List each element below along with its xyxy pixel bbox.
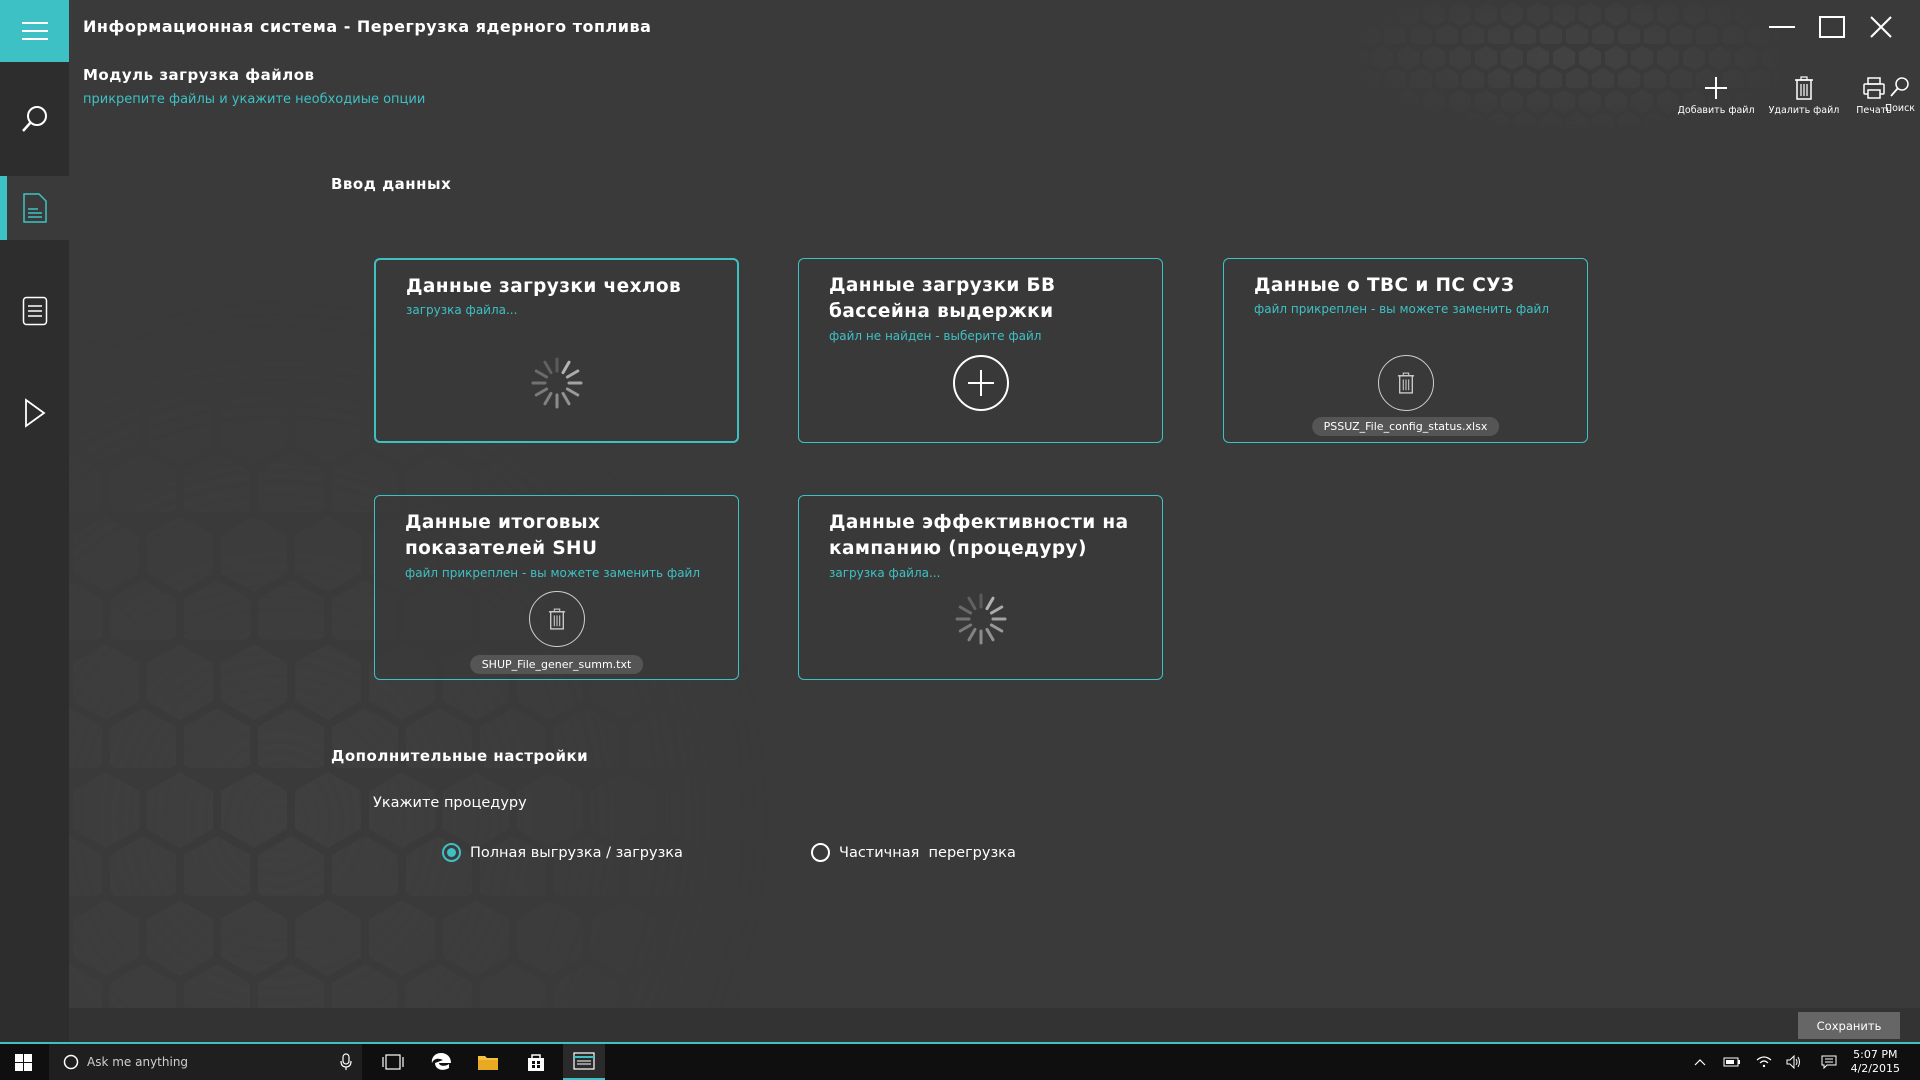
procedure-label: Укажите процедуру — [373, 795, 527, 811]
edge-browser-button[interactable] — [420, 1044, 462, 1080]
add-file-label: Добавить файл — [1677, 105, 1755, 116]
bottom-action-bar: Сохранить — [69, 1008, 1920, 1042]
windows-taskbar: Ask me anything 5:07 PM 4/2/2015 — [0, 1042, 1920, 1080]
upload-card-covers[interactable]: Данные загрузки чехлов загрузка файла... — [374, 258, 739, 443]
radio-selected-icon[interactable] — [442, 843, 461, 862]
module-subtitle: прикрепите файлы и укажите необходиые оп… — [83, 92, 426, 107]
task-view-button[interactable] — [375, 1044, 411, 1080]
loading-spinner-icon — [953, 591, 1009, 651]
upload-card-shu[interactable]: Данные итоговых показателей SHU файл при… — [374, 495, 739, 680]
chevron-up-icon — [1694, 1059, 1706, 1066]
search-button[interactable]: Поиск — [1878, 76, 1920, 114]
additional-settings-heading: Дополнительные настройки — [331, 747, 589, 765]
delete-file-button[interactable]: Удалить файл — [1764, 76, 1844, 116]
data-input-heading: Ввод данных — [331, 175, 452, 193]
radio-label: Полная выгрузка / загрузка — [470, 844, 683, 861]
card-title: Данные загрузки БВ бассейна выдержки — [829, 275, 1056, 322]
plus-icon — [967, 370, 994, 396]
maximize-icon — [1819, 16, 1845, 38]
sidebar-item-list[interactable] — [0, 279, 69, 343]
minimize-button[interactable] — [1762, 10, 1802, 44]
action-center-button[interactable] — [1816, 1044, 1842, 1080]
remove-file-circle-button[interactable] — [528, 591, 585, 647]
card-status: загрузка файла... — [406, 303, 518, 317]
radio-label: Частичная перегрузка — [839, 844, 1016, 861]
active-app-button[interactable] — [563, 1044, 605, 1080]
clock-time: 5:07 PM — [1853, 1048, 1898, 1061]
trash-icon — [1795, 76, 1813, 100]
menu-icon[interactable] — [0, 0, 69, 62]
close-button[interactable] — [1861, 10, 1901, 44]
wifi-indicator[interactable] — [1752, 1044, 1776, 1080]
edge-icon — [431, 1053, 451, 1070]
radio-full-reload[interactable]: Полная выгрузка / загрузка — [442, 843, 683, 862]
main-content: Информационная система - Перегрузка ядер… — [69, 0, 1920, 1042]
microphone-icon[interactable] — [340, 1053, 352, 1071]
windows-logo-icon — [14, 1053, 32, 1071]
play-icon — [24, 398, 46, 428]
notification-icon — [1821, 1055, 1837, 1069]
attached-file-name: PSSUZ_File_config_status.xlsx — [1311, 417, 1500, 436]
card-title: Данные эффективности на кампанию (процед… — [829, 512, 1129, 559]
sidebar — [0, 0, 69, 1042]
file-explorer-button[interactable] — [467, 1044, 509, 1080]
show-hidden-icons-button[interactable] — [1689, 1044, 1711, 1080]
card-status: файл прикреплен - вы можете заменить фай… — [1254, 302, 1550, 316]
card-title: Данные загрузки чехлов — [406, 276, 682, 297]
add-file-circle-button[interactable] — [952, 355, 1009, 411]
plus-icon — [1705, 77, 1727, 99]
attached-file-name: SHUP_File_gener_summ.txt — [469, 655, 644, 674]
sidebar-item-search[interactable] — [0, 87, 69, 151]
list-icon — [22, 296, 47, 326]
radio-partial-reload[interactable]: Частичная перегрузка — [811, 843, 1016, 862]
radio-unselected-icon[interactable] — [811, 843, 830, 862]
trash-icon — [548, 608, 565, 630]
sidebar-item-run[interactable] — [0, 381, 69, 445]
search-label: Поиск — [1884, 103, 1916, 114]
store-bag-icon — [528, 1054, 544, 1071]
upload-card-tvs[interactable]: Данные о ТВС и ПС СУЗ файл прикреплен - … — [1223, 258, 1588, 443]
maximize-button[interactable] — [1812, 10, 1852, 44]
search-icon — [1890, 77, 1909, 97]
search-icon — [21, 106, 47, 132]
search-placeholder: Ask me anything — [87, 1055, 189, 1069]
clock-date: 4/2/2015 — [1850, 1062, 1900, 1075]
volume-indicator[interactable] — [1782, 1044, 1806, 1080]
battery-indicator[interactable] — [1720, 1044, 1744, 1080]
trash-icon — [1397, 372, 1414, 394]
card-status: файл прикреплен - вы можете заменить фай… — [405, 566, 701, 580]
remove-file-circle-button[interactable] — [1377, 355, 1434, 411]
minimize-icon — [1769, 26, 1795, 28]
card-status: загрузка файла... — [829, 566, 941, 580]
battery-icon — [1723, 1057, 1740, 1067]
speaker-icon — [1786, 1055, 1800, 1069]
module-title: Модуль загрузка файлов — [83, 66, 315, 84]
upload-card-pool[interactable]: Данные загрузки БВ бассейна выдержки фай… — [798, 258, 1163, 443]
start-button[interactable] — [0, 1044, 46, 1080]
sidebar-item-documents[interactable] — [0, 176, 69, 240]
card-title: Данные итоговых показателей SHU — [405, 512, 601, 559]
cortana-circle-icon — [63, 1054, 79, 1070]
upload-card-efficiency[interactable]: Данные эффективности на кампанию (процед… — [798, 495, 1163, 680]
app-window-icon — [573, 1052, 595, 1070]
close-icon — [1870, 16, 1892, 38]
task-view-icon — [382, 1054, 404, 1070]
folder-icon — [478, 1056, 498, 1070]
save-button[interactable]: Сохранить — [1798, 1012, 1900, 1039]
document-icon — [22, 193, 47, 223]
card-status: файл не найден - выберите файл — [829, 329, 1042, 343]
card-title: Данные о ТВС и ПС СУЗ — [1254, 275, 1515, 296]
loading-spinner-icon — [529, 355, 585, 415]
system-clock[interactable]: 5:07 PM 4/2/2015 — [1851, 1048, 1900, 1076]
window-title: Информационная система - Перегрузка ядер… — [83, 17, 652, 36]
wifi-icon — [1756, 1056, 1772, 1068]
delete-file-label: Удалить файл — [1768, 105, 1840, 116]
cortana-search-box[interactable]: Ask me anything — [49, 1044, 362, 1080]
add-file-button[interactable]: Добавить файл — [1676, 76, 1756, 116]
store-button[interactable] — [515, 1044, 557, 1080]
